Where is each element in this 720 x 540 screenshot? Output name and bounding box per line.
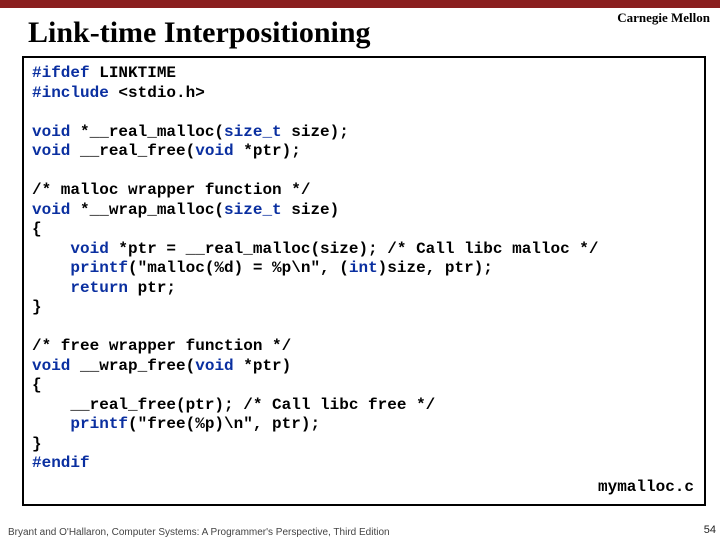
- code-token: ("free(%p)\n", ptr);: [128, 415, 320, 433]
- code-token: size);: [282, 123, 349, 141]
- code-token: void: [195, 357, 233, 375]
- code-comment: /* Call libc malloc */: [387, 240, 598, 258]
- code-token: __wrap_free(: [70, 357, 195, 375]
- code-block: #ifdef LINKTIME #include <stdio.h> void …: [22, 56, 706, 506]
- code-token: void: [32, 357, 70, 375]
- code-token: void: [32, 240, 109, 258]
- code-token: void: [195, 142, 233, 160]
- code-token: __real_free(ptr);: [32, 396, 243, 414]
- code-token: return: [32, 279, 128, 297]
- code-token: {: [32, 376, 42, 394]
- code-token: *__real_malloc(: [70, 123, 224, 141]
- code-token: printf: [32, 259, 128, 277]
- code-token: *ptr): [234, 357, 292, 375]
- code-token: int: [349, 259, 378, 277]
- code-token: ptr;: [128, 279, 176, 297]
- code-token: printf: [32, 415, 128, 433]
- filename-label: mymalloc.c: [598, 478, 694, 498]
- code-token: *ptr);: [234, 142, 301, 160]
- code-token: )size, ptr);: [378, 259, 493, 277]
- code-token: }: [32, 435, 42, 453]
- brand-label: Carnegie Mellon: [617, 10, 710, 26]
- code-comment: /* malloc wrapper function */: [32, 181, 310, 199]
- code-token: void: [32, 142, 70, 160]
- code-token: #endif: [32, 454, 90, 472]
- code-token: size_t: [224, 201, 282, 219]
- code-token: <stdio.h>: [109, 84, 205, 102]
- code-token: ("malloc(%d) = %p\n", (: [128, 259, 349, 277]
- code-token: size_t: [224, 123, 282, 141]
- code-token: *__wrap_malloc(: [70, 201, 224, 219]
- page-number: 54: [704, 524, 716, 536]
- code-token: #ifdef: [32, 64, 90, 82]
- footer-text: Bryant and O'Hallaron, Computer Systems:…: [8, 527, 390, 538]
- code-token: size): [282, 201, 340, 219]
- code-token: void: [32, 201, 70, 219]
- code-token: #include: [32, 84, 109, 102]
- code-token: void: [32, 123, 70, 141]
- code-comment: /* free wrapper function */: [32, 337, 291, 355]
- code-token: {: [32, 220, 42, 238]
- code-token: __real_free(: [70, 142, 195, 160]
- code-token: *ptr = __real_malloc(size);: [109, 240, 387, 258]
- code-token: LINKTIME: [90, 64, 176, 82]
- slide-title: Link-time Interpositioning: [0, 8, 720, 56]
- slide: Carnegie Mellon Link-time Interpositioni…: [0, 0, 720, 540]
- code-comment: /* Call libc free */: [243, 396, 435, 414]
- code-token: }: [32, 298, 42, 316]
